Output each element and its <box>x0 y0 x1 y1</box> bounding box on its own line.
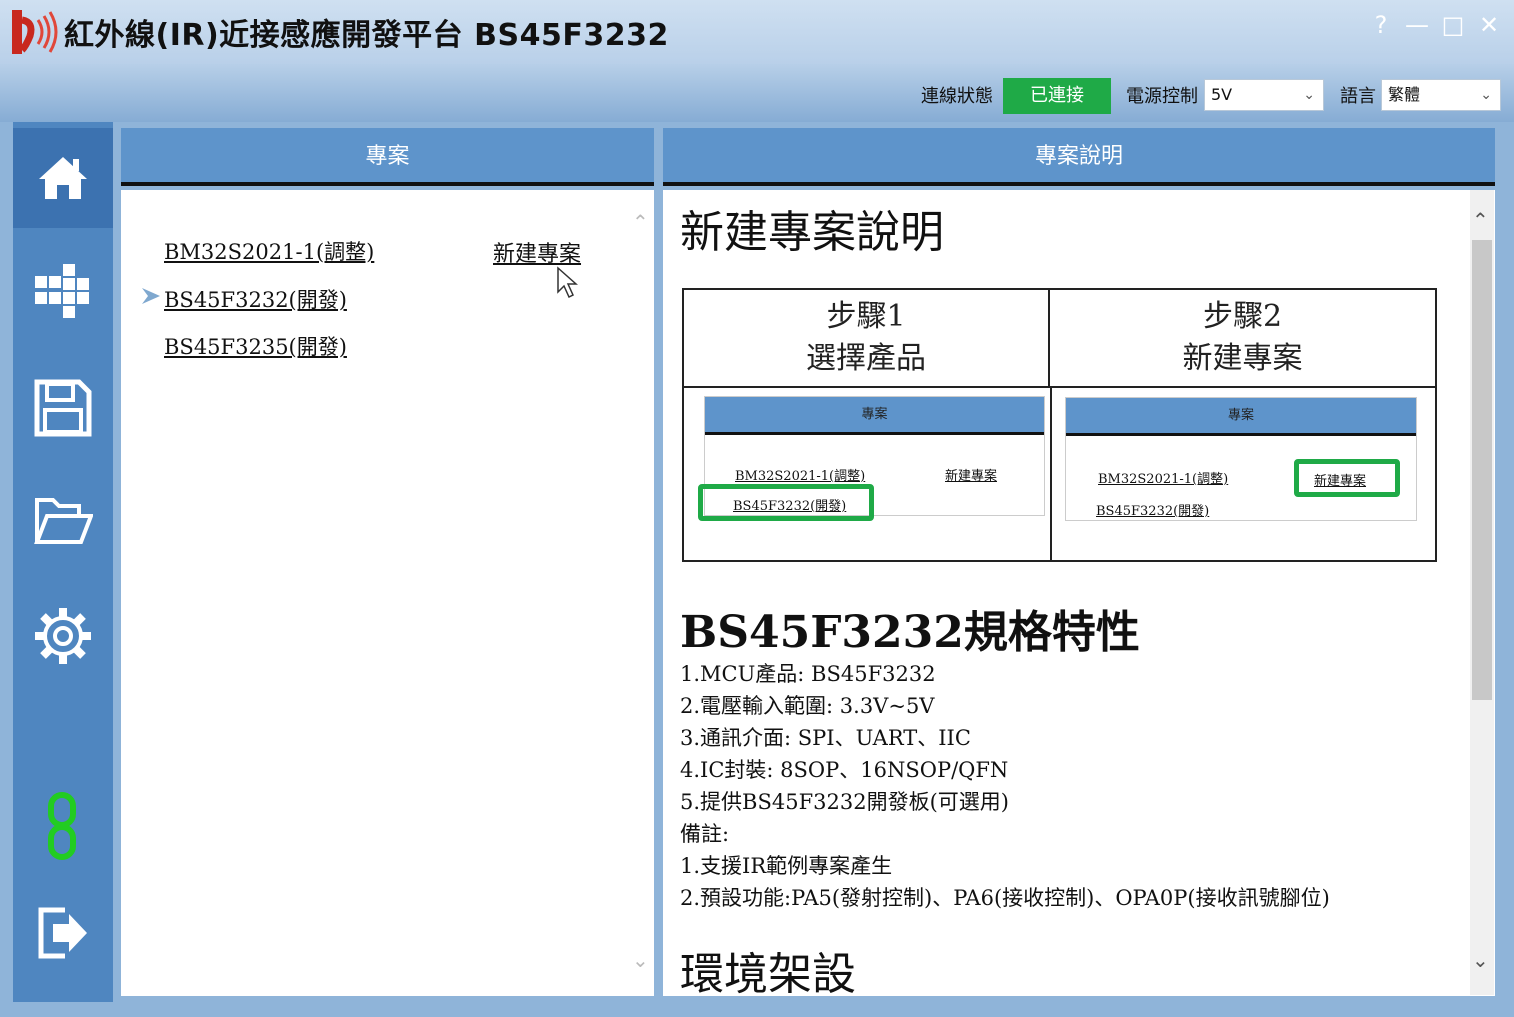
connection-label: 連線狀態 <box>921 86 993 107</box>
app-title: 紅外線(IR)近接感應開發平台 BS45F3232 <box>64 18 669 53</box>
mini-new-link: 新建專案 <box>945 469 998 484</box>
scroll-down-icon[interactable]: ⌄ <box>1472 948 1489 972</box>
step2-header: 步驟2 新建專案 <box>1050 290 1435 388</box>
open-folder-icon <box>34 498 93 544</box>
sidebar-settings-button[interactable] <box>13 586 113 686</box>
power-label: 電源控制 <box>1126 86 1198 107</box>
selected-arrow-icon <box>142 288 160 304</box>
mini-item: BM32S2021-1(調整) <box>1098 472 1229 487</box>
mini-header: 專案 <box>1066 398 1416 436</box>
app-logo-icon <box>12 10 58 54</box>
project-item[interactable]: BS45F3235(開發) <box>164 331 347 361</box>
sidebar-open-button[interactable] <box>13 472 113 572</box>
connection-status-badge: 已連接 <box>1003 78 1111 114</box>
close-button[interactable]: ✕ <box>1474 10 1504 40</box>
new-project-link[interactable]: 新建專案 <box>493 236 581 268</box>
power-select-value: 5V <box>1211 85 1233 104</box>
scroll-up-icon[interactable]: ⌃ <box>1472 208 1489 232</box>
help-icon[interactable]: ? <box>1366 10 1396 40</box>
mouse-cursor-icon <box>557 266 578 299</box>
spec-line: 5.提供BS45F3232開發板(可選用) <box>680 790 1009 814</box>
home-icon <box>39 157 87 199</box>
title-bar: 紅外線(IR)近接感應開發平台 BS45F3232 ? — □ ✕ <box>0 0 1514 64</box>
projects-panel-header: 專案 <box>121 128 654 186</box>
scroll-down-icon[interactable]: ⌄ <box>632 948 649 972</box>
step2-desc: 新建專案 <box>1182 341 1303 376</box>
environment-title: 環境架設 <box>680 949 856 1000</box>
step2-label: 步驟2 <box>1202 299 1283 334</box>
spec-line: 3.通訊介面: SPI、UART、IIC <box>680 726 971 750</box>
power-select[interactable]: 5V ⌄ <box>1204 79 1324 111</box>
minimize-button[interactable]: — <box>1402 10 1432 40</box>
link-icon <box>48 792 76 860</box>
sidebar <box>13 122 113 1002</box>
settings-icon <box>35 608 91 664</box>
chevron-down-icon: ⌄ <box>1303 87 1315 103</box>
sidebar-save-button[interactable] <box>13 358 113 458</box>
spec-line: 1.支援IR範例專案產生 <box>680 854 893 878</box>
language-select-value: 繁體 <box>1388 85 1421 104</box>
language-label: 語言 <box>1340 86 1376 107</box>
spec-line: 2.電壓輸入範圍: 3.3V~5V <box>680 694 935 718</box>
step1-label: 步驟1 <box>826 299 906 334</box>
sidebar-connect-button[interactable] <box>13 776 113 876</box>
chevron-down-icon: ⌄ <box>1480 87 1492 103</box>
spec-line: 1.MCU產品: BS45F3232 <box>680 662 936 686</box>
spec-line: 2.預設功能:PA5(發射控制)、PA6(接收控制)、OPA0P(接收訊號腳位) <box>680 886 1330 910</box>
step1-desc: 選擇產品 <box>806 341 926 376</box>
scroll-up-icon[interactable]: ⌃ <box>632 210 649 234</box>
exit-icon <box>38 907 87 959</box>
save-icon <box>34 379 92 437</box>
scrollbar-thumb[interactable] <box>1472 240 1492 700</box>
highlight-box <box>1294 459 1400 497</box>
modules-icon <box>35 264 89 318</box>
step1-header: 步驟1 選擇產品 <box>684 290 1050 388</box>
description-panel-header: 專案說明 <box>663 128 1495 186</box>
description-title: 新建專案說明 <box>680 207 944 258</box>
sidebar-exit-button[interactable] <box>13 882 113 982</box>
spec-line: 4.IC封裝: 8SOP、16NSOP/QFN <box>680 758 1009 782</box>
steps-divider <box>1050 388 1052 562</box>
project-item[interactable]: BM32S2021-1(調整) <box>164 236 374 266</box>
spec-line: 備註: <box>680 822 730 846</box>
project-item-selected[interactable]: BS45F3232(開發) <box>164 284 347 314</box>
mini-item: BM32S2021-1(調整) <box>735 469 866 484</box>
mini-header: 專案 <box>705 397 1044 435</box>
maximize-button[interactable]: □ <box>1438 10 1468 40</box>
sidebar-modules-button[interactable] <box>13 242 113 342</box>
spec-title: BS45F3232規格特性 <box>680 607 1140 658</box>
highlight-box <box>698 484 874 521</box>
language-select[interactable]: 繁體 ⌄ <box>1381 79 1501 111</box>
sidebar-home-button[interactable] <box>13 128 113 228</box>
mini-item: BS45F3232(開發) <box>1096 504 1210 519</box>
